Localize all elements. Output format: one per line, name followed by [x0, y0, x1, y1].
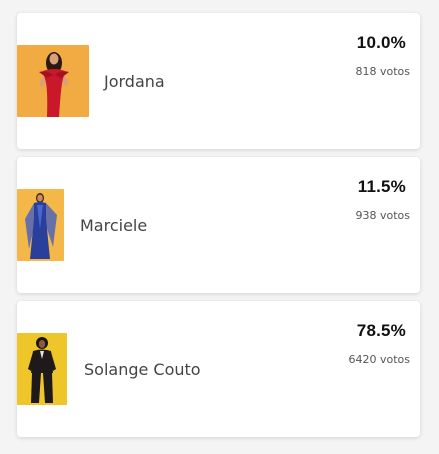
- candidate-photo-solange-couto: [17, 333, 67, 405]
- candidate-name: Jordana: [104, 72, 165, 91]
- candidate-votes: 938 votos: [355, 209, 410, 222]
- candidate-card-marciele[interactable]: Marciele 11.5% 938 votos: [17, 157, 420, 293]
- candidate-photo-jordana-image: [17, 45, 89, 117]
- candidate-photo-marciele-image: [17, 189, 64, 261]
- candidate-percent: 11.5%: [357, 177, 406, 196]
- candidate-name: Marciele: [80, 216, 148, 235]
- candidate-card-jordana[interactable]: Jordana 10.0% 818 votos: [17, 13, 420, 149]
- candidate-percent: 10.0%: [356, 33, 406, 52]
- candidate-name: Solange Couto: [84, 360, 201, 379]
- candidate-percent: 78.5%: [356, 321, 406, 340]
- candidate-photo-jordana: [17, 45, 89, 117]
- candidate-votes: 818 votos: [355, 65, 410, 78]
- candidate-card-solange-couto[interactable]: Solange Couto 78.5% 6420 votos: [17, 301, 420, 437]
- candidate-votes: 6420 votos: [348, 353, 410, 366]
- candidate-photo-marciele: [17, 189, 64, 261]
- candidate-photo-solange-couto-image: [17, 333, 67, 405]
